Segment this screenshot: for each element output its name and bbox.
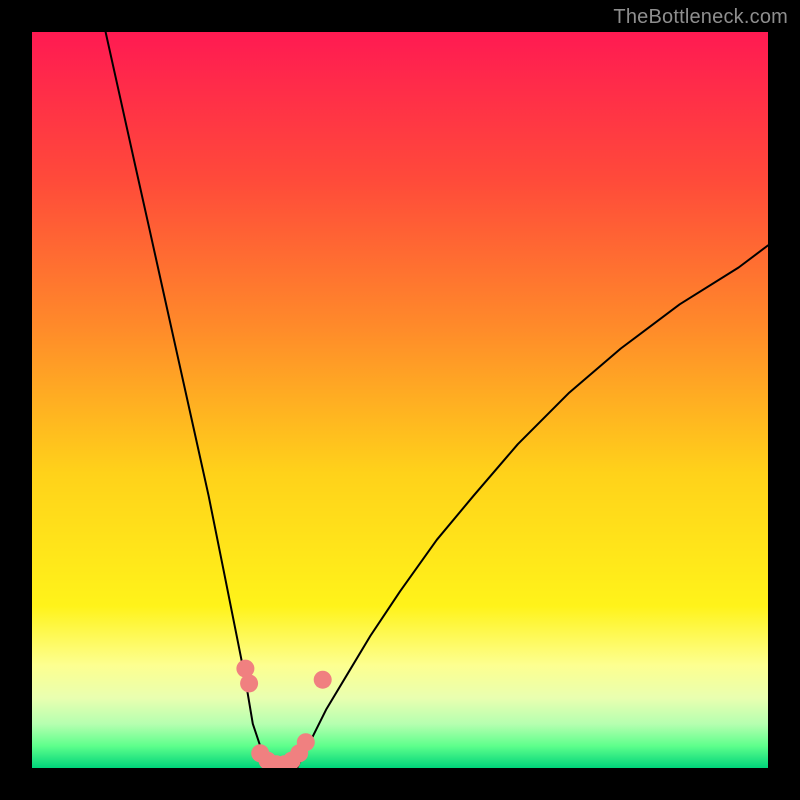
highlight-dot [297, 733, 315, 751]
highlight-dot [314, 671, 332, 689]
plot-area [32, 32, 768, 768]
curve-lines [106, 32, 768, 768]
highlight-dot [240, 674, 258, 692]
watermark-text: TheBottleneck.com [613, 6, 788, 29]
curve-layer [32, 32, 768, 768]
chart-stage: TheBottleneck.com [0, 0, 800, 800]
series-right-branch [297, 245, 768, 768]
series-left-branch [106, 32, 268, 768]
